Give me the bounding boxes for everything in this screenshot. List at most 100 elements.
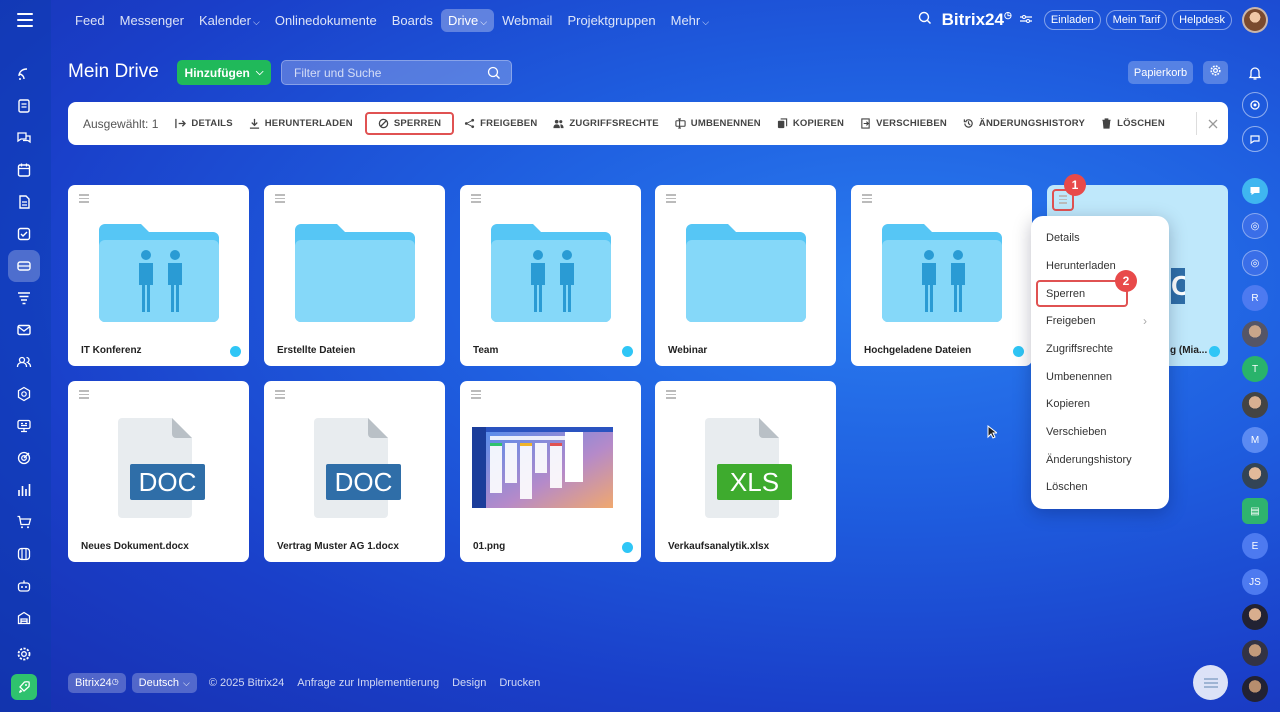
helpdesk-button[interactable]: Helpdesk: [1172, 10, 1232, 30]
nav-item-onlinedokumente[interactable]: Onlinedokumente: [268, 9, 384, 32]
nav-item-drive[interactable]: Drive ⌵: [440, 8, 495, 32]
contact-initial-r[interactable]: R: [1242, 285, 1268, 311]
sidebar-goals-icon[interactable]: [8, 442, 40, 474]
action-move[interactable]: VERSCHIEBEN: [860, 114, 947, 133]
menu-item-history[interactable]: Änderungshistory: [1046, 454, 1132, 466]
messenger-icon[interactable]: [1242, 178, 1268, 204]
channel-icon[interactable]: ◎: [1242, 213, 1268, 239]
file-card[interactable]: XLS Verkaufsanalytik.xlsx: [655, 381, 836, 562]
contact-avatar[interactable]: [1242, 640, 1268, 666]
nav-item-projektgruppen[interactable]: Projektgruppen: [560, 9, 662, 32]
menu-item-share[interactable]: Freigeben: [1046, 315, 1096, 327]
menu-item-download[interactable]: Herunterladen: [1046, 260, 1116, 272]
file-card[interactable]: Team: [460, 185, 641, 366]
file-card[interactable]: Erstellte Dateien: [264, 185, 445, 366]
menu-item-copy[interactable]: Kopieren: [1046, 398, 1090, 410]
trash-button[interactable]: Papierkorb: [1128, 61, 1193, 84]
drag-handle-icon[interactable]: [275, 194, 285, 205]
footer-link-print[interactable]: Drucken: [499, 677, 540, 689]
menu-item-rename[interactable]: Umbenennen: [1046, 371, 1112, 383]
close-icon[interactable]: [1196, 112, 1228, 135]
sidebar-inventory-icon[interactable]: [8, 602, 40, 634]
contact-avatar[interactable]: [1242, 604, 1268, 630]
file-card[interactable]: DOC Vertrag Muster AG 1.docx: [264, 381, 445, 562]
file-card[interactable]: 01.png: [460, 381, 641, 562]
drag-handle-icon[interactable]: [666, 194, 676, 205]
sidebar-calendar-icon[interactable]: [8, 154, 40, 186]
action-lock[interactable]: SPERREN: [364, 112, 455, 135]
contact-initial-e[interactable]: E: [1242, 533, 1268, 559]
sidebar-rocket-icon[interactable]: [11, 674, 37, 700]
footer-link-implementation[interactable]: Anfrage zur Implementierung: [297, 677, 439, 689]
sidebar-shop-icon[interactable]: [8, 506, 40, 538]
nav-item-feed[interactable]: Feed: [68, 9, 112, 32]
add-button[interactable]: Hinzufügen ⌵: [177, 60, 271, 85]
contact-initial-m[interactable]: M: [1242, 427, 1268, 453]
drag-handle-icon[interactable]: [275, 390, 285, 401]
contact-avatar[interactable]: [1242, 392, 1268, 418]
footer-link-design[interactable]: Design: [452, 677, 486, 689]
sidebar-tasks-icon[interactable]: [8, 90, 40, 122]
menu-item-delete[interactable]: Löschen: [1046, 481, 1088, 493]
action-details[interactable]: DETAILS: [175, 114, 233, 133]
contact-initial-js[interactable]: JS: [1242, 569, 1268, 595]
drag-handle-icon[interactable]: [471, 194, 481, 205]
menu-item-lock[interactable]: Sperren: [1046, 288, 1085, 300]
drag-handle-icon[interactable]: [666, 390, 676, 401]
action-access-rights[interactable]: ZUGRIFFSRECHTE: [553, 114, 659, 133]
my-plan-button[interactable]: Mein Tarif: [1105, 10, 1168, 30]
nav-item-kalender[interactable]: Kalender ⌵: [192, 9, 267, 32]
chat-button[interactable]: [1193, 665, 1228, 700]
invite-button[interactable]: Einladen: [1043, 10, 1101, 30]
sidebar-feed-icon[interactable]: [8, 58, 40, 90]
sidebar-hexagon-icon[interactable]: [8, 378, 40, 410]
logo[interactable]: Bitrix24◷: [942, 10, 1012, 30]
settings-button[interactable]: [1203, 61, 1228, 84]
action-share[interactable]: FREIGEBEN: [464, 114, 537, 133]
nav-item-webmail[interactable]: Webmail: [495, 9, 559, 32]
channel-icon[interactable]: ◎: [1242, 250, 1268, 276]
sidebar-robot-icon[interactable]: [8, 570, 40, 602]
support-chat-icon[interactable]: [1242, 126, 1268, 152]
contact-avatar[interactable]: [1242, 676, 1268, 702]
sidebar-contacts-icon[interactable]: [8, 346, 40, 378]
sidebar-marketing-icon[interactable]: [8, 410, 40, 442]
sidebar-checklist-icon[interactable]: [8, 218, 40, 250]
menu-item-access-rights[interactable]: Zugriffsrechte: [1046, 343, 1113, 355]
action-delete[interactable]: LÖSCHEN: [1101, 114, 1165, 133]
copilot-icon[interactable]: [1242, 92, 1268, 118]
sidebar-sites-icon[interactable]: [8, 538, 40, 570]
footer-brand[interactable]: Bitrix24◷: [68, 673, 126, 693]
sidebar-analytics-icon[interactable]: [8, 474, 40, 506]
drag-handle-icon[interactable]: [79, 390, 89, 401]
contact-avatar[interactable]: [1242, 463, 1268, 489]
language-select[interactable]: Deutsch ⌵: [131, 673, 197, 693]
drag-handle-icon[interactable]: [471, 390, 481, 401]
group-chat-icon[interactable]: ▤: [1242, 498, 1268, 524]
contact-initial-t[interactable]: T: [1242, 356, 1268, 382]
drag-handle-icon[interactable]: [862, 194, 872, 205]
action-history[interactable]: ÄNDERUNGSHISTORY: [963, 114, 1085, 133]
nav-item-boards[interactable]: Boards: [385, 9, 440, 32]
file-card[interactable]: Webinar: [655, 185, 836, 366]
menu-item-details[interactable]: Details: [1046, 232, 1080, 244]
sidebar-chat-icon[interactable]: [8, 122, 40, 154]
action-copy[interactable]: KOPIEREN: [777, 114, 844, 133]
sidebar-crm-icon[interactable]: [8, 282, 40, 314]
search-icon[interactable]: [487, 66, 501, 85]
file-card[interactable]: Hochgeladene Dateien: [851, 185, 1032, 366]
notifications-icon[interactable]: [1242, 60, 1268, 86]
search-icon[interactable]: [918, 11, 932, 30]
action-download[interactable]: HERUNTERLADEN: [249, 114, 353, 133]
sidebar-drive-icon[interactable]: [8, 250, 40, 282]
sidebar-docs-icon[interactable]: [8, 186, 40, 218]
nav-item-messenger[interactable]: Messenger: [113, 9, 191, 32]
contact-avatar[interactable]: [1242, 321, 1268, 347]
drag-handle-icon[interactable]: [79, 194, 89, 205]
menu-item-move[interactable]: Verschieben: [1046, 426, 1107, 438]
action-rename[interactable]: UMBENENNEN: [675, 114, 761, 133]
sidebar-settings-icon[interactable]: [8, 638, 40, 670]
file-card[interactable]: DOC Neues Dokument.docx: [68, 381, 249, 562]
sliders-icon[interactable]: [1019, 11, 1032, 29]
search-input[interactable]: [282, 61, 472, 84]
